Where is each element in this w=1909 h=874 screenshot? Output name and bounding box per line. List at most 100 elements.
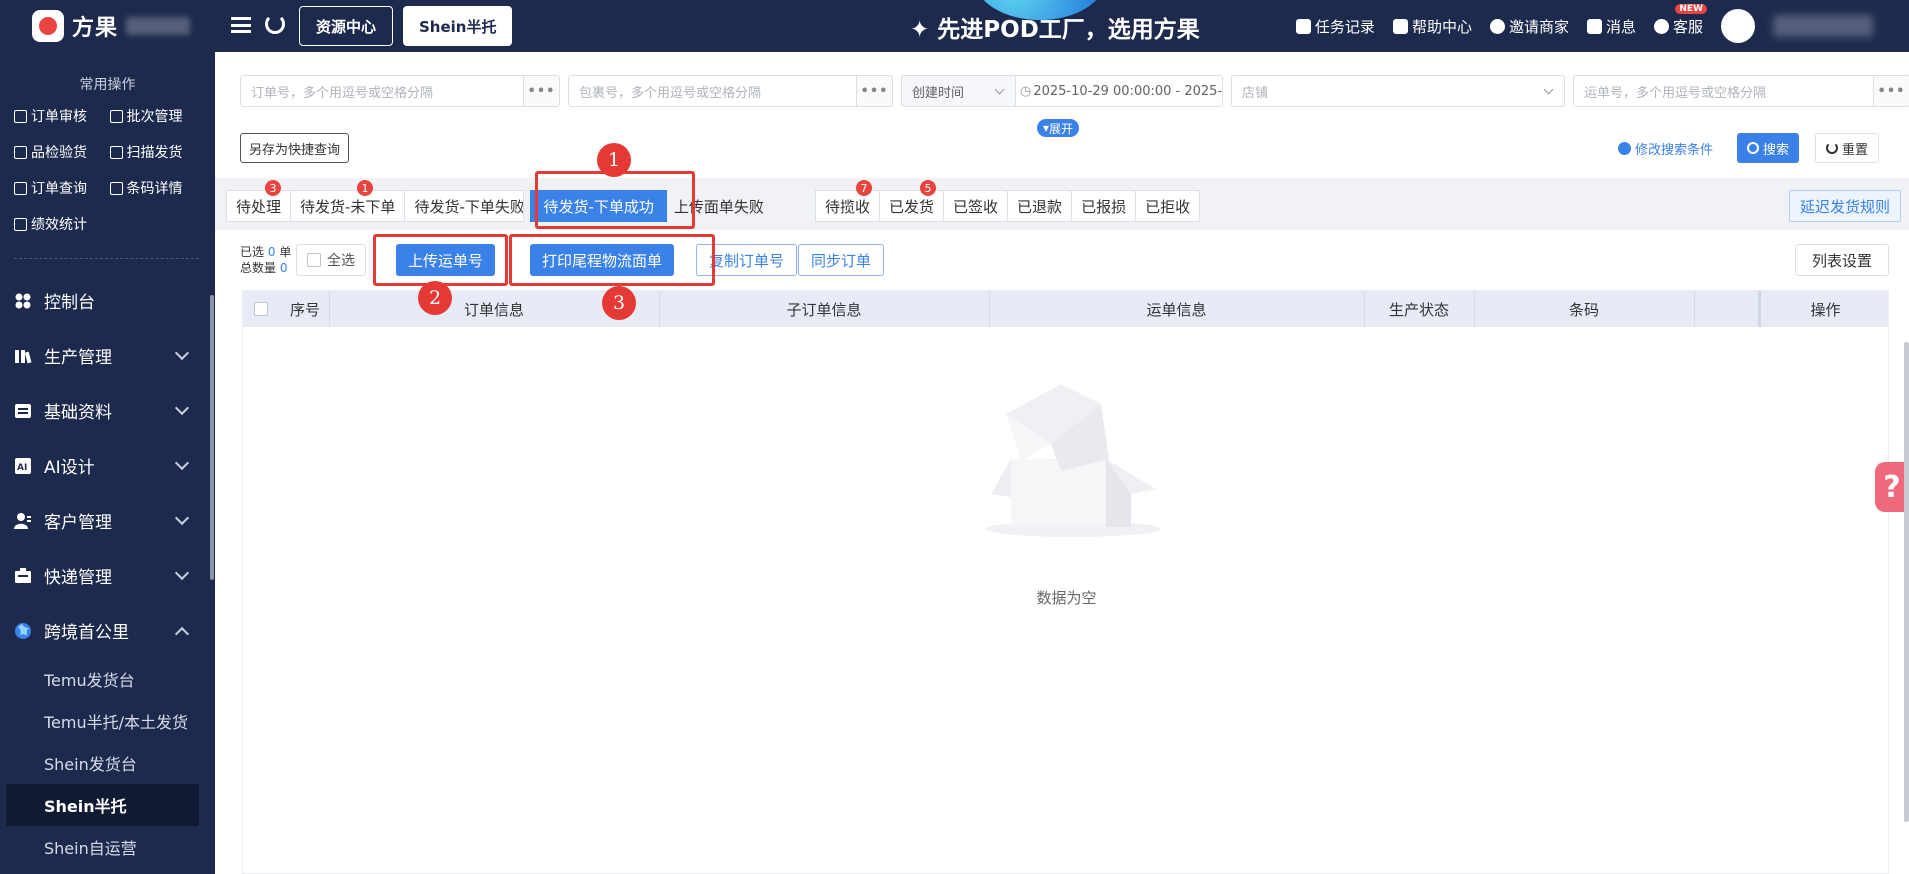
search-button[interactable]: 搜索 [1736,133,1799,163]
page-scrollbar[interactable] [1904,342,1909,822]
messages[interactable]: 消息 [1586,16,1636,37]
tab-refunded[interactable]: 已退款 [1007,190,1073,222]
resource-center-button[interactable]: 资源中心 [299,6,394,46]
customer-service[interactable]: 客服 NEW [1653,3,1707,37]
tab-rejected[interactable]: 已拒收 [1135,190,1201,222]
tab-label: 已退款 [1017,197,1063,216]
tab-label: 已报损 [1081,197,1127,216]
annotation-box-2 [373,234,508,286]
menu-label: 控制台 [44,293,95,313]
menu-dashboard[interactable]: 控制台 [0,273,215,328]
tab-label: 已发货 [889,197,935,216]
order-no-input[interactable]: 订单号，多个用逗号或空格分隔 ••• [240,75,560,107]
tab-signed[interactable]: 已签收 [943,190,1009,222]
reset-button[interactable]: 重置 [1814,133,1879,163]
sidebar-scrollbar[interactable] [210,295,214,580]
tab-unordered[interactable]: 待发货-未下单 1 [290,180,406,222]
checkbox [254,302,268,316]
sync-order-button[interactable]: 同步订单 [798,244,885,276]
tab-pending[interactable]: 待处理 3 [226,180,292,222]
sub-shein-delivery[interactable]: Shein发货台 [0,742,215,784]
quick-batch[interactable]: 批次管理 [109,106,206,126]
selected-count: 0 [267,245,276,259]
select-all-checkbox[interactable]: 全选 [296,244,366,276]
menu-production[interactable]: 生产管理 [0,328,215,383]
refresh-icon[interactable] [265,14,285,34]
tab-label: 已签收 [953,197,999,216]
quick-stats[interactable]: 绩效统计 [14,214,110,234]
chevron-down-icon [174,345,190,361]
more-icon[interactable]: ••• [856,76,892,106]
list-setting-button[interactable]: 列表设置 [1794,244,1889,276]
gear-icon [1617,142,1631,155]
help-center[interactable]: 帮助中心 [1392,16,1472,37]
invite-merchant[interactable]: 邀请商家 [1489,16,1569,37]
quick-scan[interactable]: 扫描发货 [109,142,206,162]
reset-icon [1825,142,1838,154]
tab-damaged[interactable]: 已报损 [1071,190,1137,222]
quick-label: 扫描发货 [126,145,183,161]
package-no-input[interactable]: 包裹号，多个用逗号或空格分隔 ••• [568,75,893,107]
delay-rule-button[interactable]: 延迟发货规则 [1788,190,1901,222]
shop-select[interactable]: 店铺 [1231,75,1565,107]
waybill-placeholder: 运单号，多个用逗号或空格分隔 [1584,85,1767,101]
chevron-down-icon [1543,84,1554,95]
sub-temu-delivery[interactable]: Temu发货台 [0,658,215,700]
banner-slogan: 先进POD工厂，选用方果 [937,17,1200,43]
more-icon[interactable]: ••• [1873,76,1909,106]
sub-temu-semi[interactable]: Temu半托/本土发货 [0,700,215,742]
inspect-icon [14,145,27,159]
header-checkbox[interactable] [253,291,269,327]
modify-search-link[interactable]: 修改搜索条件 [1617,139,1713,158]
header-action-label: 帮助中心 [1411,17,1472,36]
tab-label: 待发货-未下单 [300,197,396,216]
modify-label: 修改搜索条件 [1634,143,1713,158]
save-quick-query-button[interactable]: 另存为快捷查询 [240,133,350,163]
count-badge: 1 [357,180,374,196]
quick-order-search[interactable]: 订单查询 [14,178,110,198]
menu-toggle-icon[interactable] [231,17,251,33]
ai-icon: AI [15,457,31,474]
menu-label: 客户管理 [44,513,112,533]
divider [14,258,199,259]
tab-shipped[interactable]: 已发货 5 [879,180,945,222]
tab-label: 待揽收 [825,197,871,216]
menu-basic-data[interactable]: 基础资料 [0,383,215,438]
svg-text:AI: AI [17,463,27,473]
menu-label: 跨境首公里 [44,623,129,643]
annotation-box-3 [509,234,715,286]
count-badge: 5 [920,180,937,196]
quick-inspect[interactable]: 品检验货 [14,142,110,162]
dashboard-icon [15,293,31,308]
quick-order-review[interactable]: 订单审核 [14,106,110,126]
shein-semi-button[interactable]: Shein半托 [403,6,513,46]
chevron-down-icon [174,510,190,526]
selected-unit: 单 [279,245,292,259]
time-type-select[interactable]: 创建时间 [901,75,1016,107]
tab-await-pickup[interactable]: 待揽收 7 [815,180,881,222]
tab-order-failed[interactable]: 待发货-下单失败 [404,190,525,222]
col-waybill-info: 运单信息 [1146,300,1207,319]
tab-label: 待发货-下单失败 [414,197,525,216]
sub-shein-self[interactable]: Shein自运营 [0,826,215,868]
tab-label: 待处理 [236,197,282,216]
more-icon[interactable]: ••• [523,76,559,106]
quick-barcode[interactable]: 条码详情 [109,178,206,198]
logo[interactable]: 方果 [0,0,215,52]
total-label: 总数量 [240,261,277,275]
menu-label: 生产管理 [44,348,112,368]
sidebar: 方果 常用操作 订单审核 批次管理 品检验货 扫描发货 订单查询 条码详情 绩效… [0,0,215,874]
table-header: 序号 订单信息 子订单信息 运单信息 生产状态 条码 操作 [243,291,1888,327]
date-range-input[interactable]: ◷2025-10-29 00:00:00 - 2025-11-04 23:59:… [1016,75,1223,107]
menu-customer[interactable]: 客户管理 [0,493,215,548]
waybill-no-input[interactable]: 运单号，多个用逗号或空格分隔 ••• [1573,75,1909,107]
orders-table: 序号 订单信息 子订单信息 运单信息 生产状态 条码 操作 数据为空 [242,290,1889,874]
menu-ai-design[interactable]: AI AI设计 [0,438,215,493]
sub-shein-semi[interactable]: Shein半托 [6,784,199,826]
menu-express[interactable]: 快递管理 [0,548,215,603]
task-record[interactable]: 任务记录 [1295,16,1375,37]
chevron-down-icon [174,565,190,581]
total-count: 0 [279,261,288,275]
avatar[interactable] [1721,9,1755,43]
menu-cross-border[interactable]: 跨境首公里 [0,603,215,658]
